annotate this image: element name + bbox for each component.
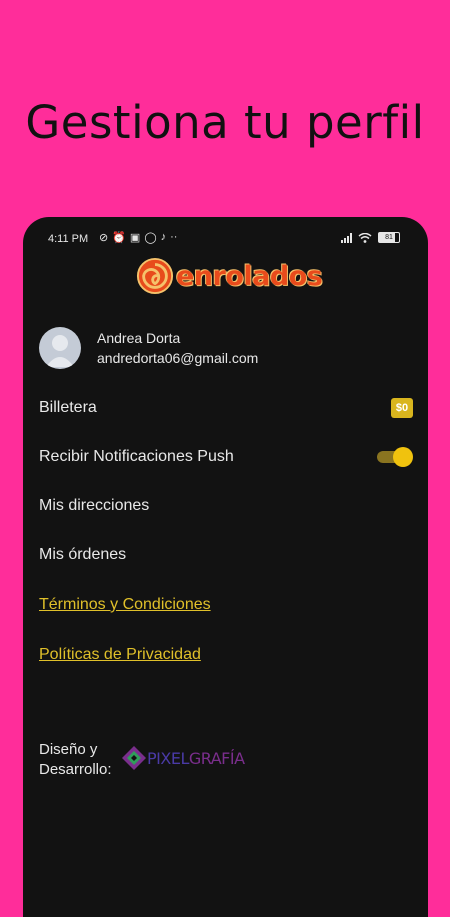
battery-icon: 81 [378, 232, 400, 243]
wallet-balance-badge: $0 [391, 398, 413, 418]
avatar[interactable] [39, 327, 81, 369]
battery-level: 81 [385, 234, 393, 241]
pixelgrafia-brand-part1: PIXEL [147, 748, 189, 768]
app-logo: enrolados [136, 257, 323, 295]
status-time: 4:11 PM [48, 233, 89, 245]
addresses-label: Mis direcciones [39, 497, 150, 514]
profile-header[interactable]: Andrea Dorta andredorta06@gmail.com [39, 327, 258, 369]
mute-icon: ⊘ [99, 232, 109, 244]
credits-line-2: Desarrollo: [39, 761, 112, 778]
tiktok-icon: ♪ [160, 231, 167, 243]
wifi-icon [358, 232, 372, 243]
menu-item-wallet[interactable]: Billetera $0 [39, 396, 413, 420]
whatsapp-icon: ◯ [144, 232, 157, 244]
alarm-icon: ⏰ [112, 232, 126, 244]
credits: Diseño y Desarrollo: [39, 740, 112, 780]
more-icon: ·· [170, 231, 178, 243]
headline: Gestiona tu perfil [25, 96, 425, 149]
menu-item-push-notifications: Recibir Notificaciones Push [39, 445, 413, 469]
pixelgrafia-brand-part2: GRAFÍA [188, 748, 245, 768]
pixelgrafia-logo[interactable]: PIXELGRAFÍA [121, 745, 245, 771]
menu-item-orders[interactable]: Mis órdenes [39, 543, 413, 567]
user-icon [46, 335, 74, 367]
terms-link[interactable]: Términos y Condiciones [39, 593, 413, 617]
orders-label: Mis órdenes [39, 546, 127, 563]
menu-item-addresses[interactable]: Mis direcciones [39, 494, 413, 518]
phone-screen: 4:11 PM ⊘ ⏰ ▣ ◯ ♪ ·· 81 enrolados Andrea… [23, 217, 428, 917]
push-notifications-toggle[interactable] [375, 447, 413, 467]
wallet-label: Billetera [39, 399, 97, 416]
push-label: Recibir Notificaciones Push [39, 448, 234, 465]
notification-icons: ⊘ ⏰ ▣ ◯ ♪ ·· [99, 231, 177, 244]
profile-email: andredorta06@gmail.com [97, 350, 259, 366]
message-icon: ▣ [129, 232, 141, 244]
credits-line-1: Diseño y [39, 741, 98, 758]
swirl-logo-icon [136, 257, 174, 295]
privacy-label: Políticas de Privacidad [39, 646, 201, 663]
signal-icon [341, 232, 352, 243]
status-bar: 4:11 PM ⊘ ⏰ ▣ ◯ ♪ ·· 81 [23, 217, 428, 251]
terms-label: Términos y Condiciones [39, 596, 211, 613]
privacy-link[interactable]: Políticas de Privacidad [39, 643, 413, 667]
system-icons: 81 [341, 232, 400, 243]
profile-name: Andrea Dorta [97, 330, 181, 346]
pixelgrafia-mark-icon [122, 746, 146, 770]
app-logo-text: enrolados [176, 260, 323, 292]
profile-info: Andrea Dorta andredorta06@gmail.com [97, 328, 258, 368]
